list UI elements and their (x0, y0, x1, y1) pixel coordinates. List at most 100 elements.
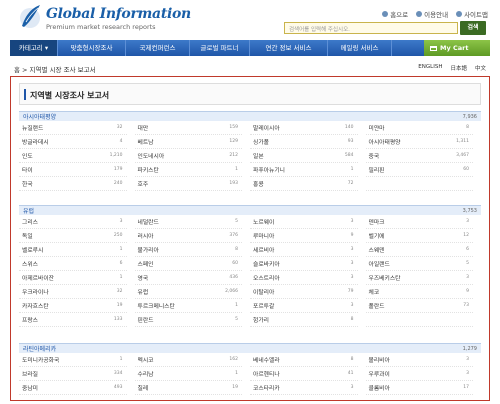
country-name[interactable]: 노르웨이 (253, 217, 274, 226)
country-item[interactable]: 벨로루시 1 (19, 243, 127, 257)
country-item[interactable]: 오스트리아 3 (250, 271, 358, 285)
country-item[interactable]: 아제르바이잔 1 (19, 271, 127, 285)
country-item[interactable]: 베네수엘라 8 (250, 353, 358, 367)
country-name[interactable]: 중남미 (22, 383, 38, 392)
country-item[interactable]: 이탈리아 79 (250, 285, 358, 299)
country-item[interactable]: 아시아태평양 1,311 (365, 135, 473, 149)
country-item[interactable]: 일본 584 (250, 149, 358, 163)
region-header[interactable]: 라틴아메리카 1,279 (19, 343, 481, 353)
country-item[interactable]: 노르웨이 3 (250, 215, 358, 229)
country-name[interactable]: 중국 (369, 151, 380, 160)
country-item[interactable]: 홍콩 72 (250, 177, 358, 191)
country-item[interactable]: 수리남 1 (134, 367, 242, 381)
nav-partners[interactable]: 글로벌 파트너 (190, 40, 250, 56)
country-item[interactable]: 그리스 3 (19, 215, 127, 229)
country-name[interactable]: 싱가폴 (253, 137, 269, 146)
country-item[interactable]: 핀란드 5 (134, 313, 242, 327)
country-name[interactable]: 스위스 (22, 259, 38, 268)
guide-link[interactable]: 이용안내 (416, 9, 448, 19)
nav-annual-service[interactable]: 연간 정보 서비스 (250, 40, 328, 56)
country-name[interactable]: 도미니카공화국 (22, 355, 59, 364)
country-name[interactable]: 우루과이 (369, 369, 390, 378)
country-item[interactable]: 벨기에 12 (365, 229, 473, 243)
country-item[interactable]: 호주 193 (134, 177, 242, 191)
country-name[interactable]: 아제르바이잔 (22, 273, 54, 282)
sitemap-link[interactable]: 사이트맵 (456, 9, 488, 19)
country-name[interactable]: 그리스 (22, 217, 38, 226)
country-item[interactable]: 브라질 334 (19, 367, 127, 381)
country-item[interactable]: 파키스탄 1 (134, 163, 242, 177)
country-item[interactable]: 덴마크 3 (365, 215, 473, 229)
country-name[interactable]: 필리핀 (369, 165, 385, 174)
nav-custom-research[interactable]: 맞춤형시장조사 (58, 40, 126, 56)
lang-chinese[interactable]: 中文 (475, 64, 486, 72)
country-item[interactable]: 우루과이 3 (365, 367, 473, 381)
country-name[interactable]: 베네수엘라 (253, 355, 280, 364)
home-link[interactable]: 홈으로 (382, 9, 408, 19)
country-item[interactable]: 도미니카공화국 1 (19, 353, 127, 367)
country-name[interactable]: 우크라이나 (22, 287, 49, 296)
country-name[interactable]: 독일 (22, 231, 33, 240)
country-name[interactable]: 뉴질랜드 (22, 123, 43, 132)
country-name[interactable]: 영국 (138, 273, 149, 282)
country-item[interactable]: 파푸아뉴기니 1 (250, 163, 358, 177)
country-name[interactable]: 포르투갈 (253, 301, 274, 310)
region-header[interactable]: 유럽 3,753 (19, 205, 481, 215)
lang-english[interactable]: ENGLISH (418, 64, 442, 72)
country-item[interactable]: 폴란드 73 (365, 299, 473, 313)
country-name[interactable]: 일본 (253, 151, 264, 160)
country-name[interactable]: 인도 (22, 151, 33, 160)
logo-title[interactable]: Global Information (46, 6, 191, 22)
country-name[interactable]: 대만 (138, 123, 149, 132)
country-name[interactable]: 카자흐스탄 (22, 301, 49, 310)
country-name[interactable]: 인도네시아 (138, 151, 165, 160)
country-name[interactable]: 파푸아뉴기니 (253, 165, 285, 174)
country-name[interactable]: 헝가리 (253, 315, 269, 324)
country-name[interactable]: 스페인 (138, 259, 154, 268)
country-item[interactable]: 중국 3,467 (365, 149, 473, 163)
country-name[interactable]: 파키스탄 (138, 165, 159, 174)
country-item[interactable]: 네덜란드 5 (134, 215, 242, 229)
country-item[interactable]: 미얀마 8 (365, 121, 473, 135)
lang-japanese[interactable]: 日本語 (450, 64, 467, 72)
country-item[interactable]: 중남미 493 (19, 381, 127, 395)
country-name[interactable]: 이탈리아 (253, 287, 274, 296)
country-item[interactable]: 인도네시아 212 (134, 149, 242, 163)
country-name[interactable]: 슬로바키아 (253, 259, 280, 268)
country-item[interactable]: 우크라이나 32 (19, 285, 127, 299)
nav-conferences[interactable]: 국제컨퍼런스 (126, 40, 190, 56)
country-item[interactable]: 러시아 376 (134, 229, 242, 243)
country-name[interactable]: 방글라데시 (22, 137, 49, 146)
country-name[interactable]: 아일랜드 (369, 259, 390, 268)
country-name[interactable]: 프랑스 (22, 315, 38, 324)
country-name[interactable]: 아시아태평양 (369, 137, 401, 146)
country-item[interactable]: 콜롬비아 17 (365, 381, 473, 395)
country-item[interactable]: 필리핀 60 (365, 163, 473, 177)
region-name[interactable]: 아시아태평양 (23, 112, 56, 121)
country-name[interactable]: 우즈베키스탄 (369, 273, 401, 282)
country-item[interactable]: 아르헨티나 41 (250, 367, 358, 381)
country-name[interactable]: 미얀마 (369, 123, 385, 132)
country-item[interactable]: 불가리아 8 (134, 243, 242, 257)
country-name[interactable]: 브라질 (22, 369, 38, 378)
search-button[interactable]: 검색 (460, 21, 486, 35)
country-name[interactable]: 불가리아 (138, 245, 159, 254)
country-name[interactable]: 체코 (369, 287, 380, 296)
country-item[interactable]: 스웨덴 6 (365, 243, 473, 257)
country-item[interactable]: 영국 436 (134, 271, 242, 285)
country-item[interactable]: 스위스 6 (19, 257, 127, 271)
country-name[interactable]: 러시아 (138, 231, 154, 240)
country-item[interactable]: 대만 159 (134, 121, 242, 135)
country-name[interactable]: 네덜란드 (138, 217, 159, 226)
country-item[interactable]: 한국 240 (19, 177, 127, 191)
country-item[interactable]: 볼리비아 3 (365, 353, 473, 367)
country-item[interactable]: 헝가리 8 (250, 313, 358, 327)
country-item[interactable]: 멕시코 162 (134, 353, 242, 367)
country-item[interactable]: 세르비아 3 (250, 243, 358, 257)
country-item[interactable]: 방글라데시 4 (19, 135, 127, 149)
country-item[interactable]: 카자흐스탄 19 (19, 299, 127, 313)
country-name[interactable]: 벨기에 (369, 231, 385, 240)
search-input[interactable]: 검색어를 입력해 주십시오. (284, 22, 458, 34)
country-item[interactable]: 루마니아 9 (250, 229, 358, 243)
country-name[interactable]: 루마니아 (253, 231, 274, 240)
